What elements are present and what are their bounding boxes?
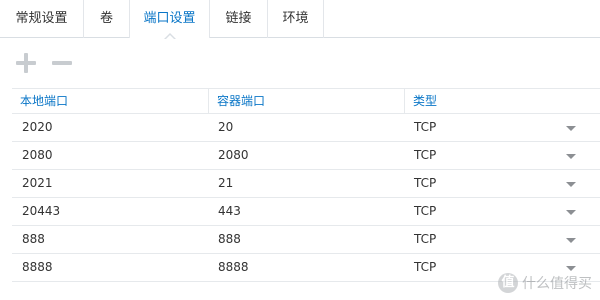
type-select[interactable]: TCP <box>404 226 600 253</box>
watermark-text: 什么值得买 <box>522 276 592 292</box>
container-port-cell[interactable]: 443 <box>208 198 404 225</box>
remove-button[interactable] <box>51 52 73 74</box>
container-port-cell[interactable]: 21 <box>208 170 404 197</box>
local-port-cell[interactable]: 2021 <box>12 170 208 197</box>
table-row[interactable]: 888 888 TCP <box>12 226 600 254</box>
type-value: TCP <box>414 120 437 134</box>
column-header-local-port[interactable]: 本地端口 <box>12 89 208 113</box>
type-value: TCP <box>414 204 437 218</box>
type-value: TCP <box>414 148 437 162</box>
chevron-down-icon[interactable] <box>566 266 576 271</box>
type-select[interactable]: TCP <box>404 170 600 197</box>
toolbar <box>0 38 600 88</box>
add-button[interactable] <box>15 52 37 74</box>
container-port-cell[interactable]: 8888 <box>208 254 404 281</box>
table-row[interactable]: 20443 443 TCP <box>12 198 600 226</box>
tab-links[interactable]: 链接 <box>210 0 268 38</box>
chevron-down-icon[interactable] <box>566 238 576 243</box>
tab-environment[interactable]: 环境 <box>268 0 324 38</box>
type-value: TCP <box>414 176 437 190</box>
type-value: TCP <box>414 232 437 246</box>
tab-port-settings[interactable]: 端口设置 <box>130 0 210 40</box>
chevron-down-icon[interactable] <box>566 126 576 131</box>
local-port-cell[interactable]: 8888 <box>12 254 208 281</box>
table-header: 本地端口 容器端口 类型 <box>12 88 600 114</box>
type-select[interactable]: TCP <box>404 142 600 169</box>
type-value: TCP <box>414 260 437 274</box>
table-row[interactable]: 2021 21 TCP <box>12 170 600 198</box>
column-header-container-port[interactable]: 容器端口 <box>208 89 404 113</box>
port-mapping-table: 本地端口 容器端口 类型 2020 20 TCP 2080 2080 TCP 2… <box>12 88 600 282</box>
table-row[interactable]: 2020 20 TCP <box>12 114 600 142</box>
container-port-cell[interactable]: 888 <box>208 226 404 253</box>
port-settings-panel: 常规设置 卷 端口设置 链接 环境 本地端口 容器端口 类型 2020 20 T… <box>0 0 600 300</box>
column-header-type[interactable]: 类型 <box>404 89 600 113</box>
local-port-cell[interactable]: 2080 <box>12 142 208 169</box>
chevron-down-icon[interactable] <box>566 210 576 215</box>
chevron-down-icon[interactable] <box>566 154 576 159</box>
watermark: 值 什么值得买 <box>498 272 592 294</box>
local-port-cell[interactable]: 888 <box>12 226 208 253</box>
chevron-down-icon[interactable] <box>566 182 576 187</box>
container-port-cell[interactable]: 20 <box>208 114 404 141</box>
tab-bar: 常规设置 卷 端口设置 链接 环境 <box>0 0 600 40</box>
type-select[interactable]: TCP <box>404 114 600 141</box>
local-port-cell[interactable]: 20443 <box>12 198 208 225</box>
local-port-cell[interactable]: 2020 <box>12 114 208 141</box>
watermark-logo-icon: 值 <box>498 273 518 293</box>
container-port-cell[interactable]: 2080 <box>208 142 404 169</box>
tab-volume[interactable]: 卷 <box>84 0 130 38</box>
table-row[interactable]: 2080 2080 TCP <box>12 142 600 170</box>
type-select[interactable]: TCP <box>404 198 600 225</box>
tab-general-settings[interactable]: 常规设置 <box>0 0 84 38</box>
